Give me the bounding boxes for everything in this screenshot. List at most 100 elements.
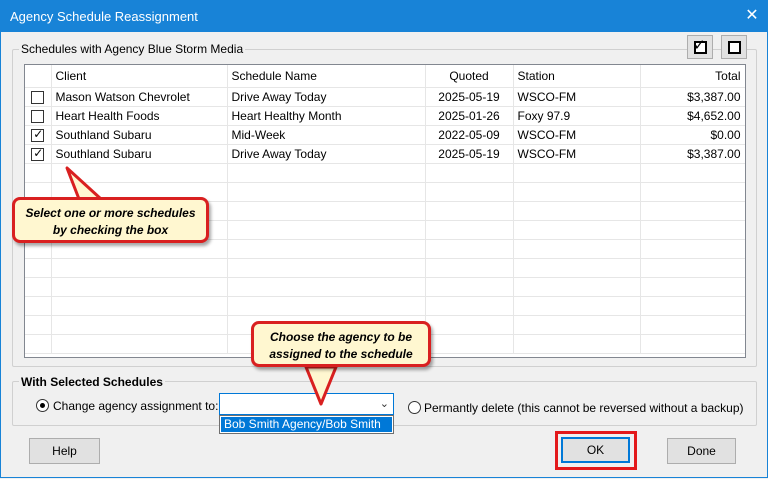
- cell-quoted: 2025-01-26: [425, 106, 514, 126]
- cell-empty: [640, 163, 745, 183]
- cell-quoted: 2022-05-09: [425, 125, 514, 145]
- change-agency-radio[interactable]: [36, 399, 49, 412]
- schedules-group-label: Schedules with Agency Blue Storm Media: [19, 42, 246, 56]
- cell-empty: [513, 334, 641, 354]
- cell-client: Mason Watson Chevrolet: [51, 87, 228, 107]
- chevron-down-icon[interactable]: ⌄: [380, 397, 389, 410]
- cell-empty: [227, 220, 426, 240]
- cell-empty: [513, 258, 641, 278]
- cell-schedule: Drive Away Today: [227, 87, 426, 107]
- column-header-total[interactable]: Total: [640, 65, 745, 88]
- callout-text-line: by checking the box: [52, 223, 169, 237]
- cell-empty: [513, 201, 641, 221]
- cell-empty: [640, 258, 745, 278]
- cell-empty: [640, 315, 745, 335]
- row-checkbox[interactable]: [31, 90, 45, 104]
- agency-option[interactable]: Bob Smith Agency/Bob Smith: [221, 417, 392, 432]
- title-bar: Agency Schedule Reassignment ✕: [1, 1, 767, 32]
- cell-empty: [513, 277, 641, 297]
- table-row[interactable]: [25, 296, 745, 316]
- cell-quoted: 2025-05-19: [425, 144, 514, 164]
- row-checkbox[interactable]: [31, 127, 45, 142]
- cell-empty: [51, 315, 228, 335]
- cell-check: [25, 106, 52, 126]
- cell-empty: [25, 163, 52, 183]
- table-header: Client Schedule Name Quoted Station Tota…: [25, 65, 745, 88]
- ok-highlight-box: [555, 431, 637, 470]
- cell-station: WSCO-FM: [513, 87, 641, 107]
- cell-empty: [425, 258, 514, 278]
- cell-empty: [25, 277, 52, 297]
- column-header-station[interactable]: Station: [513, 65, 641, 88]
- row-checkbox[interactable]: [31, 146, 45, 161]
- column-header-client[interactable]: Client: [51, 65, 228, 88]
- cell-empty: [513, 315, 641, 335]
- cell-empty: [25, 258, 52, 278]
- delete-label[interactable]: Permantly delete (this cannot be reverse…: [424, 401, 744, 415]
- agency-dropdown-list: Bob Smith Agency/Bob Smith: [219, 415, 394, 434]
- cell-client: Southland Subaru: [51, 125, 228, 145]
- cell-empty: [425, 220, 514, 240]
- callout-text-line: assigned to the schedule: [269, 347, 413, 361]
- table-row[interactable]: Mason Watson Chevrolet Drive Away Today 20…: [25, 87, 745, 107]
- cell-quoted: 2025-05-19: [425, 87, 514, 107]
- window-title: Agency Schedule Reassignment: [10, 9, 198, 24]
- cell-empty: [640, 182, 745, 202]
- help-button[interactable]: Help: [29, 438, 100, 464]
- agency-combobox[interactable]: ⌄: [219, 393, 394, 415]
- cell-empty: [425, 334, 514, 354]
- cell-empty: [227, 258, 426, 278]
- cell-check: [25, 144, 52, 164]
- close-icon[interactable]: ✕: [741, 5, 763, 27]
- dialog-window: Agency Schedule Reassignment ✕ Schedules…: [0, 0, 768, 478]
- table-row[interactable]: Southland SubaruDrive Away Today2025-05-…: [25, 144, 745, 164]
- empty-box-icon: [728, 41, 741, 54]
- cell-empty: [640, 296, 745, 316]
- cell-empty: [227, 163, 426, 183]
- cell-station: WSCO-FM: [513, 125, 641, 145]
- cell-empty: [51, 258, 228, 278]
- cell-empty: [640, 277, 745, 297]
- table-row[interactable]: Heart Health Foods Heart Healthy Month 202…: [25, 106, 745, 126]
- table-row[interactable]: Southland SubaruMid-Week2022-05-09WSCO-F…: [25, 125, 745, 145]
- select-all-button[interactable]: ✓: [687, 35, 713, 59]
- cell-empty: [51, 296, 228, 316]
- change-agency-label[interactable]: Change agency assignment to:: [53, 399, 218, 413]
- cell-total: $3,387.00: [640, 144, 745, 164]
- cell-schedule: Heart Healthy Month: [227, 106, 426, 126]
- cell-empty: [25, 315, 52, 335]
- callout-text-line: Select one or more schedules: [25, 206, 196, 220]
- cell-empty: [25, 334, 52, 354]
- delete-radio[interactable]: [408, 401, 421, 414]
- row-checkbox[interactable]: [31, 109, 45, 123]
- cell-schedule: Mid-Week: [227, 125, 426, 145]
- cell-empty: [425, 163, 514, 183]
- cell-total: $0.00: [640, 125, 745, 145]
- cell-empty: [425, 182, 514, 202]
- checkmark-icon: ✓: [693, 37, 706, 54]
- table-row[interactable]: [25, 258, 745, 278]
- cell-schedule: Drive Away Today: [227, 144, 426, 164]
- table-row[interactable]: [25, 277, 745, 297]
- cell-station: Foxy 97.9: [513, 106, 641, 126]
- choose-agency-callout: Choose the agency to be assigned to the …: [251, 321, 431, 367]
- column-header-quoted[interactable]: Quoted: [425, 65, 514, 88]
- cell-empty: [640, 334, 745, 354]
- cell-total: $4,652.00: [640, 106, 745, 126]
- cell-empty: [425, 277, 514, 297]
- select-none-button[interactable]: [721, 35, 747, 59]
- column-header-schedule-name[interactable]: Schedule Name: [227, 65, 426, 88]
- cell-empty: [227, 277, 426, 297]
- cell-empty: [640, 220, 745, 240]
- done-button[interactable]: Done: [667, 438, 736, 464]
- cell-empty: [227, 296, 426, 316]
- table-row[interactable]: [25, 163, 745, 183]
- cell-client: Heart Health Foods: [51, 106, 228, 126]
- cell-empty: [513, 163, 641, 183]
- cell-empty: [640, 201, 745, 221]
- cell-empty: [425, 239, 514, 259]
- cell-empty: [513, 182, 641, 202]
- cell-empty: [513, 296, 641, 316]
- cell-empty: [425, 201, 514, 221]
- cell-empty: [227, 182, 426, 202]
